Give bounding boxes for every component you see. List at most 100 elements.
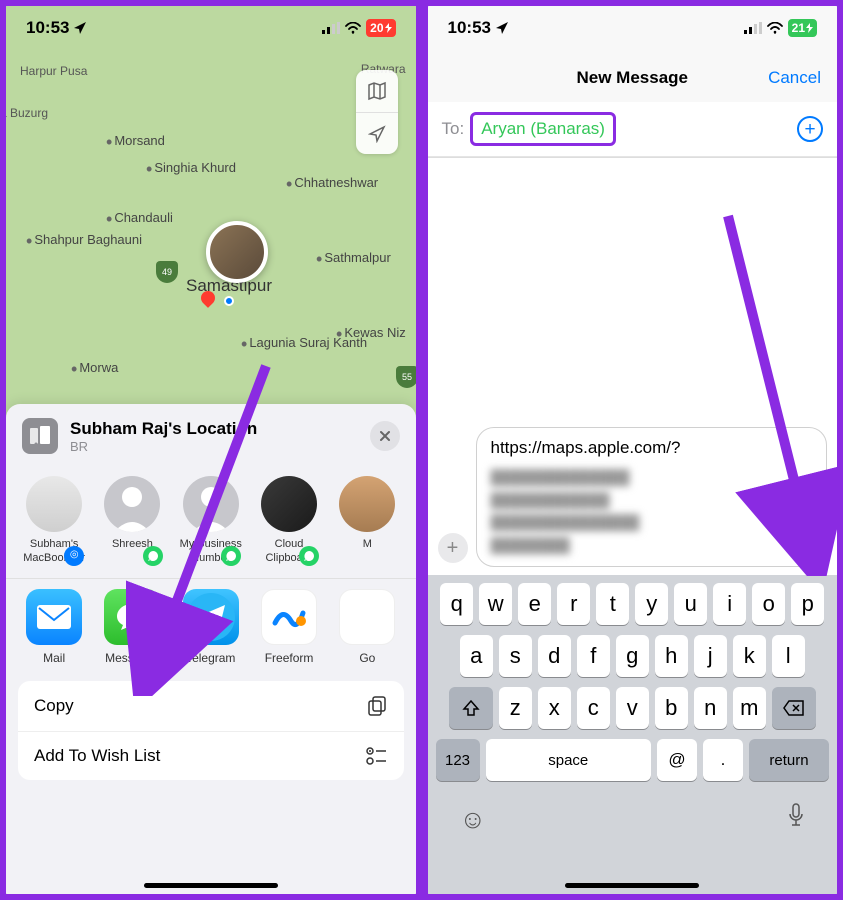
numbers-key[interactable]: 123 bbox=[436, 739, 480, 781]
key-f[interactable]: f bbox=[577, 635, 610, 677]
key-a[interactable]: a bbox=[460, 635, 493, 677]
map-style-button[interactable] bbox=[356, 70, 398, 112]
key-l[interactable]: l bbox=[772, 635, 805, 677]
key-n[interactable]: n bbox=[694, 687, 727, 729]
mail-icon bbox=[26, 589, 82, 645]
compose-title: New Message bbox=[577, 68, 689, 87]
key-y[interactable]: y bbox=[635, 583, 668, 625]
mic-icon bbox=[787, 803, 805, 829]
key-z[interactable]: z bbox=[499, 687, 532, 729]
dictation-key[interactable] bbox=[787, 803, 805, 836]
share-contact[interactable]: M bbox=[329, 476, 405, 566]
battery-icon: 20 bbox=[366, 19, 395, 37]
share-contact[interactable]: Cloud Clipboard bbox=[251, 476, 327, 566]
user-location-pin[interactable] bbox=[206, 221, 268, 283]
share-app-telegram[interactable]: Telegram bbox=[173, 589, 249, 665]
current-location-dot bbox=[224, 296, 234, 306]
key-m[interactable]: m bbox=[733, 687, 766, 729]
share-contact[interactable]: My Business Number bbox=[173, 476, 249, 566]
person-icon bbox=[183, 476, 239, 532]
arrow-up-icon bbox=[797, 537, 811, 551]
locate-me-button[interactable] bbox=[356, 112, 398, 154]
attach-button[interactable]: + bbox=[438, 533, 468, 563]
key-x[interactable]: x bbox=[538, 687, 571, 729]
key-s[interactable]: s bbox=[499, 635, 532, 677]
shift-icon bbox=[462, 700, 480, 716]
key-r[interactable]: r bbox=[557, 583, 590, 625]
close-icon bbox=[379, 430, 391, 442]
copy-icon bbox=[366, 695, 388, 717]
blurred-content: ████████████████████████████████████████… bbox=[491, 466, 787, 556]
key-v[interactable]: v bbox=[616, 687, 649, 729]
message-text: https://maps.apple.com/? bbox=[491, 438, 787, 458]
add-recipient-button[interactable]: + bbox=[797, 116, 823, 142]
telegram-icon bbox=[183, 589, 239, 645]
keyboard: qwertyuiop asdfghjkl zxcvbnm 123 space @… bbox=[428, 575, 838, 894]
share-contact[interactable]: Shreesh bbox=[94, 476, 170, 566]
key-c[interactable]: c bbox=[577, 687, 610, 729]
location-card-icon bbox=[22, 418, 58, 454]
location-arrow-icon bbox=[73, 21, 87, 35]
status-time: 10:53 bbox=[26, 18, 69, 38]
key-d[interactable]: d bbox=[538, 635, 571, 677]
close-button[interactable] bbox=[370, 421, 400, 451]
google-icon bbox=[339, 589, 395, 645]
status-time: 10:53 bbox=[448, 18, 491, 38]
to-label: To: bbox=[442, 119, 465, 139]
share-apps-row: Mail Messages Telegram Freeform Go bbox=[6, 578, 416, 673]
key-e[interactable]: e bbox=[518, 583, 551, 625]
list-icon bbox=[366, 747, 388, 765]
share-sheet-subtitle: BR bbox=[70, 439, 257, 454]
share-contact[interactable]: ◎ Subham's MacBook Air bbox=[16, 476, 92, 566]
compose-header: New Message Cancel To: Aryan (Banaras) + bbox=[428, 50, 838, 158]
message-composer: + https://maps.apple.com/? █████████████… bbox=[428, 419, 838, 575]
key-u[interactable]: u bbox=[674, 583, 707, 625]
person-icon bbox=[104, 476, 160, 532]
key-b[interactable]: b bbox=[655, 687, 688, 729]
key-p[interactable]: p bbox=[791, 583, 824, 625]
share-app-mail[interactable]: Mail bbox=[16, 589, 92, 665]
action-copy[interactable]: Copy bbox=[18, 681, 404, 731]
space-key[interactable]: space bbox=[486, 739, 652, 781]
send-button[interactable] bbox=[790, 530, 818, 558]
to-field[interactable]: Aryan (Banaras) bbox=[470, 112, 616, 146]
shift-key[interactable] bbox=[449, 687, 493, 729]
share-app-messages[interactable]: Messages bbox=[94, 589, 170, 665]
key-k[interactable]: k bbox=[733, 635, 766, 677]
airdrop-badge-icon: ◎ bbox=[64, 546, 84, 566]
cancel-button[interactable]: Cancel bbox=[768, 68, 821, 88]
key-g[interactable]: g bbox=[616, 635, 649, 677]
messages-icon bbox=[104, 589, 160, 645]
action-wishlist[interactable]: Add To Wish List bbox=[18, 731, 404, 780]
share-app-more[interactable]: Go bbox=[329, 589, 405, 665]
key-h[interactable]: h bbox=[655, 635, 688, 677]
key-o[interactable]: o bbox=[752, 583, 785, 625]
location-arrow-icon bbox=[495, 21, 509, 35]
share-app-freeform[interactable]: Freeform bbox=[251, 589, 327, 665]
signal-icon bbox=[744, 22, 762, 34]
freeform-icon bbox=[261, 589, 317, 645]
status-bar: 10:53 20 bbox=[6, 6, 416, 50]
message-input[interactable]: https://maps.apple.com/? ███████████████… bbox=[476, 427, 828, 567]
screenshot-right: 10:53 21 New Message Cancel To: Aryan (B… bbox=[425, 3, 841, 897]
emoji-key[interactable]: ☺ bbox=[460, 804, 487, 835]
key-q[interactable]: q bbox=[440, 583, 473, 625]
wifi-icon bbox=[767, 22, 783, 34]
delete-key[interactable] bbox=[772, 687, 816, 729]
home-indicator[interactable] bbox=[144, 883, 278, 888]
key-i[interactable]: i bbox=[713, 583, 746, 625]
wifi-icon bbox=[345, 22, 361, 34]
whatsapp-badge-icon bbox=[143, 546, 163, 566]
dot-key[interactable]: . bbox=[703, 739, 743, 781]
key-j[interactable]: j bbox=[694, 635, 727, 677]
home-indicator[interactable] bbox=[565, 883, 699, 888]
whatsapp-badge-icon bbox=[221, 546, 241, 566]
at-key[interactable]: @ bbox=[657, 739, 697, 781]
signal-icon bbox=[322, 22, 340, 34]
share-sheet-title: Subham Raj's Location bbox=[70, 419, 257, 439]
return-key[interactable]: return bbox=[749, 739, 829, 781]
key-w[interactable]: w bbox=[479, 583, 512, 625]
key-t[interactable]: t bbox=[596, 583, 629, 625]
battery-icon: 21 bbox=[788, 19, 817, 37]
screenshot-left: Harpur Pusa a Buzurg Ratwara Morsand Sin… bbox=[3, 3, 419, 897]
